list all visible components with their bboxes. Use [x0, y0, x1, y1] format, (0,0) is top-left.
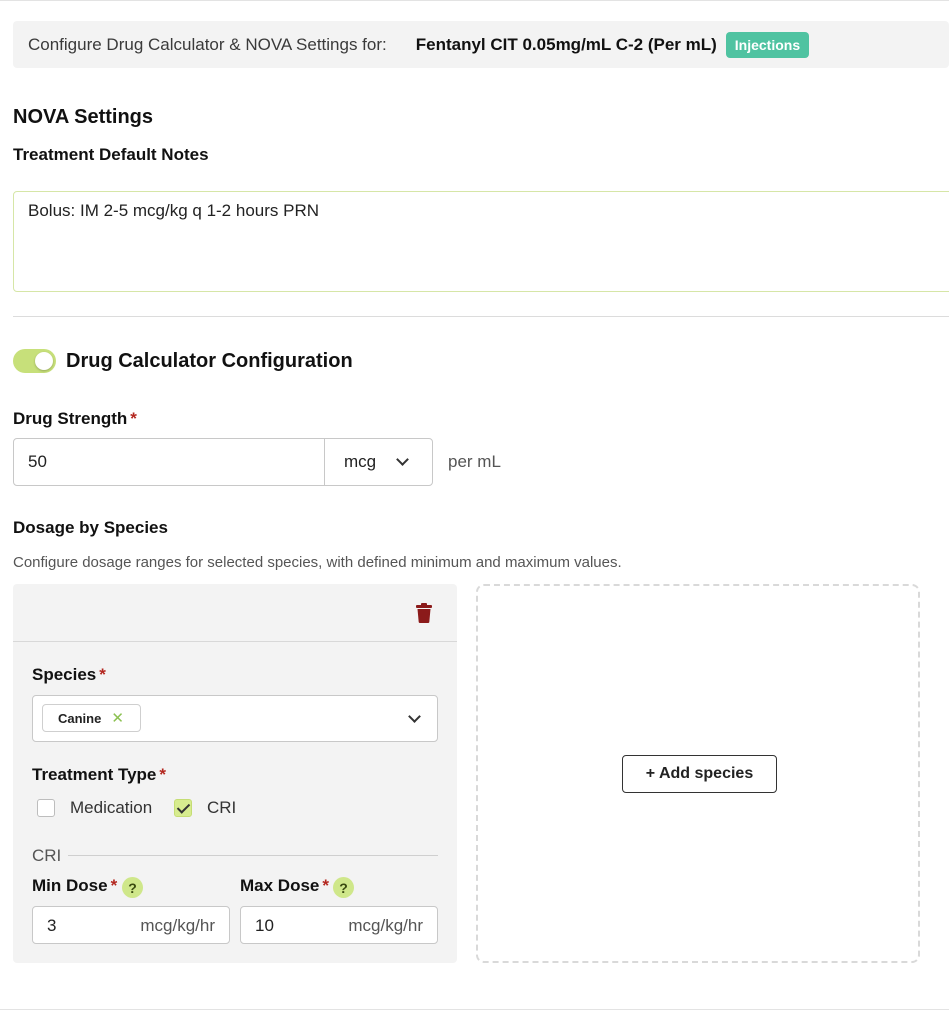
required-mark: *: [99, 665, 106, 684]
close-icon[interactable]: ✕: [111, 709, 124, 727]
drug-strength-label: Drug Strength *: [13, 409, 137, 429]
treatment-type-label: Treatment Type *: [32, 765, 166, 785]
nova-settings-title: NOVA Settings: [13, 106, 154, 128]
help-icon[interactable]: ?: [333, 877, 354, 898]
section-divider: [13, 316, 949, 317]
drug-strength-input[interactable]: 50: [13, 438, 325, 486]
min-dose-value: 3: [47, 916, 57, 935]
strength-unit-select[interactable]: mcg: [324, 438, 433, 486]
dosage-description: Configure dosage ranges for selected spe…: [13, 554, 622, 571]
treatment-notes-label: Treatment Default Notes: [13, 145, 209, 164]
drug-calculator-title: Drug Calculator Configuration: [66, 350, 353, 372]
medication-label: Medication: [70, 798, 153, 817]
add-species-button[interactable]: + Add species: [622, 755, 777, 793]
cri-section-divider: [68, 855, 438, 856]
cri-section-label: CRI: [32, 846, 62, 865]
toggle-knob: [35, 352, 53, 370]
help-icon[interactable]: ?: [122, 877, 143, 898]
drug-calculator-toggle[interactable]: [13, 349, 56, 373]
max-dose-value: 10: [255, 916, 274, 935]
species-label-text: Species: [32, 665, 97, 684]
chevron-down-icon: [396, 453, 409, 466]
species-label: Species *: [32, 665, 106, 685]
drug-strength-value: 50: [28, 452, 47, 471]
min-dose-label: Min Dose *: [32, 876, 117, 896]
species-chip: Canine ✕: [42, 704, 141, 732]
medication-checkbox[interactable]: [37, 799, 55, 817]
drug-strength-label-text: Drug Strength: [13, 409, 128, 428]
config-header: Configure Drug Calculator & NOVA Setting…: [13, 21, 949, 68]
required-mark: *: [159, 765, 167, 784]
species-dosage-card: Species * Canine ✕ Treatment Type * Medica…: [13, 584, 457, 963]
max-dose-label: Max Dose *: [240, 876, 329, 896]
treatment-notes-textarea[interactable]: Bolus: IM 2-5 mcg/kg q 1-2 hours PRN: [13, 191, 949, 292]
category-badge: Injections: [725, 31, 810, 58]
trash-icon[interactable]: [415, 603, 433, 623]
chevron-down-icon: [408, 710, 421, 723]
cri-checkbox[interactable]: [174, 799, 192, 817]
max-dose-unit: mcg/kg/hr: [348, 916, 423, 935]
species-chip-label: Canine: [58, 710, 102, 726]
min-dose-input[interactable]: 3 mcg/kg/hr: [32, 906, 230, 944]
treatment-type-label-text: Treatment Type: [32, 765, 157, 784]
per-unit-label: per mL: [448, 452, 501, 471]
required-mark: *: [130, 409, 137, 428]
max-dose-input[interactable]: 10 mcg/kg/hr: [240, 906, 438, 944]
treatment-notes-value: Bolus: IM 2-5 mcg/kg q 1-2 hours PRN: [28, 201, 320, 220]
drug-name: Fentanyl CIT 0.05mg/mL C-2 (Per mL): [415, 34, 717, 54]
add-species-area: + Add species: [476, 584, 920, 963]
max-dose-label-text: Max Dose: [240, 876, 320, 895]
card-divider: [13, 641, 457, 642]
top-divider: [0, 0, 949, 1]
required-mark: *: [322, 876, 329, 895]
header-prefix: Configure Drug Calculator & NOVA Setting…: [28, 34, 387, 54]
species-select[interactable]: Canine ✕: [32, 695, 438, 742]
strength-unit-value: mcg: [344, 452, 377, 471]
min-dose-unit: mcg/kg/hr: [140, 916, 215, 935]
bottom-divider: [0, 1009, 949, 1010]
min-dose-label-text: Min Dose: [32, 876, 108, 895]
required-mark: *: [110, 876, 118, 895]
cri-label: CRI: [207, 798, 237, 817]
dosage-by-species-title: Dosage by Species: [13, 518, 168, 537]
